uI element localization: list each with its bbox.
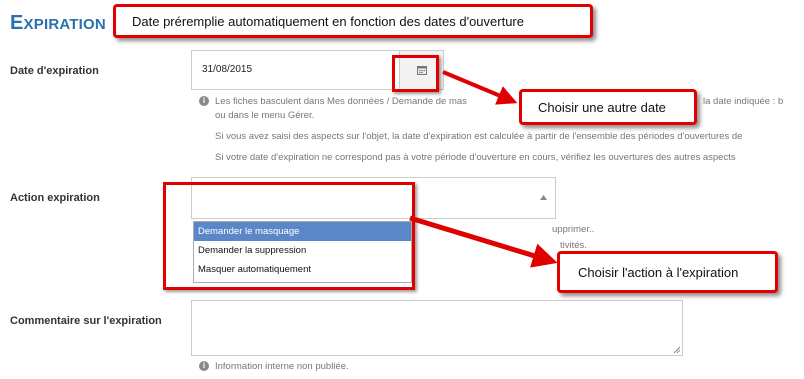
callout-other-date: Choisir une autre date [519, 89, 697, 125]
arrow-to-choose-action [409, 215, 558, 268]
arrow-to-other-date [442, 70, 518, 105]
callout-prefilled-date: Date préremplie automatiquement en fonct… [113, 4, 593, 38]
annotation-arrows [409, 70, 558, 268]
callout-choose-action: Choisir l'action à l'expiration [557, 251, 778, 293]
